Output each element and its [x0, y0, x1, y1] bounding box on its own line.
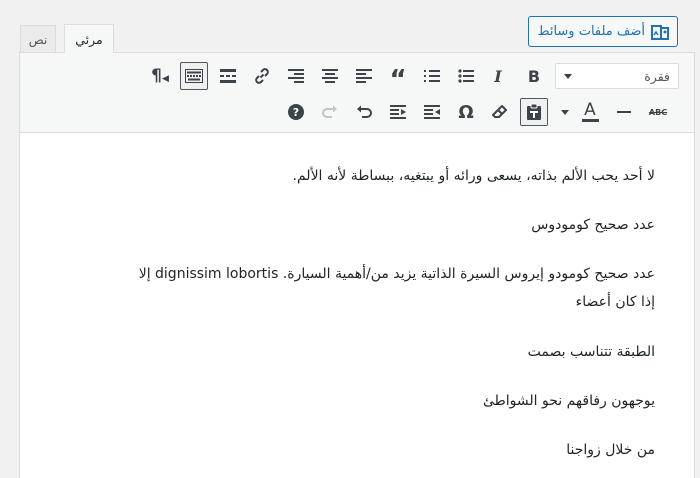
- read-more-button[interactable]: [214, 62, 242, 90]
- paste-as-text-icon: [527, 103, 541, 120]
- paragraph-rtl-button[interactable]: ¶◀: [146, 62, 174, 90]
- toolbar-toggle-icon: [185, 69, 203, 83]
- horizontal-line-button[interactable]: [610, 98, 638, 126]
- align-left-button[interactable]: [350, 62, 378, 90]
- text-color-button[interactable]: A: [576, 98, 604, 126]
- numbered-list-icon: [424, 70, 440, 82]
- editor-frame: فقرة B I “ ¶◀ ABC A Ω ? لا أحد يحب الألم…: [19, 52, 695, 478]
- align-right-icon: [288, 69, 304, 83]
- italic-icon: I: [494, 66, 502, 86]
- blockquote-icon: “: [389, 65, 407, 95]
- special-character-button[interactable]: Ω: [452, 98, 480, 126]
- bold-button[interactable]: B: [520, 62, 548, 90]
- redo-button[interactable]: [316, 98, 344, 126]
- indent-icon: [390, 105, 406, 119]
- tab-visual[interactable]: مرئي: [64, 24, 114, 53]
- paragraph-rtl-icon: ¶◀: [151, 66, 169, 86]
- align-left-icon: [356, 69, 372, 83]
- help-button[interactable]: ?: [282, 98, 310, 126]
- format-select-value: فقرة: [644, 68, 670, 84]
- paragraph: إذا كان أعضاء: [575, 294, 655, 310]
- text-color-dropdown-icon: [561, 109, 569, 115]
- clear-formatting-icon: [492, 105, 507, 118]
- chevron-down-icon: [564, 73, 572, 79]
- text-color-dropdown[interactable]: [557, 98, 573, 126]
- text-color-glyph: A: [584, 100, 596, 120]
- paragraph: لا أحد يحب الألم بذاته، يسعى ورائه أو يب…: [292, 168, 655, 184]
- outdent-button[interactable]: [418, 98, 446, 126]
- help-glyph: ?: [292, 105, 300, 119]
- bullet-list-button[interactable]: [452, 62, 480, 90]
- paragraph: يوجهون رفاقهم نحو الشواطئ: [482, 393, 655, 409]
- read-more-icon: [220, 69, 236, 83]
- tab-text[interactable]: نص: [20, 25, 56, 52]
- bold-icon: B: [527, 66, 541, 86]
- format-select[interactable]: فقرة: [555, 63, 679, 89]
- paragraph: عدد صحيح كومودوس: [531, 217, 655, 233]
- bullet-list-icon: [458, 69, 474, 83]
- horizontal-line-icon: [617, 111, 631, 113]
- undo-button[interactable]: [350, 98, 378, 126]
- italic-button[interactable]: I: [484, 62, 512, 90]
- align-center-icon: [322, 69, 338, 83]
- blockquote-button[interactable]: “: [384, 62, 412, 95]
- outdent-icon: [424, 105, 440, 119]
- add-media-label: أضف ملفات وسائط: [537, 24, 645, 39]
- link-icon: [255, 68, 269, 84]
- add-media-icon: [651, 23, 669, 41]
- strikethrough-button[interactable]: ABC: [644, 98, 672, 126]
- editor-toolbar: فقرة B I “ ¶◀ ABC A Ω ?: [20, 53, 694, 133]
- indent-button[interactable]: [384, 98, 412, 126]
- strikethrough-icon: ABC: [648, 107, 668, 117]
- paragraph: الطبقة تتناسب بصمت: [527, 344, 655, 360]
- toolbar-toggle-button[interactable]: [180, 62, 208, 90]
- paste-as-text-button[interactable]: [520, 98, 548, 126]
- clear-formatting-button[interactable]: [486, 98, 514, 126]
- help-icon: ?: [288, 104, 304, 120]
- undo-icon: [357, 105, 372, 118]
- paragraph: عدد صحيح كومودو إيروس السيرة الذاتية يزي…: [138, 266, 655, 282]
- align-right-button[interactable]: [282, 62, 310, 90]
- pilcrow-glyph: ¶: [151, 66, 162, 86]
- redo-icon: [322, 105, 337, 118]
- align-center-button[interactable]: [316, 62, 344, 90]
- numbered-list-button[interactable]: [418, 62, 446, 90]
- add-media-button[interactable]: أضف ملفات وسائط: [528, 16, 678, 47]
- special-character-icon: Ω: [458, 101, 474, 123]
- link-button[interactable]: [248, 62, 276, 90]
- text-color-icon: A: [581, 100, 599, 122]
- paragraph: من خلال زواجنا: [566, 442, 655, 458]
